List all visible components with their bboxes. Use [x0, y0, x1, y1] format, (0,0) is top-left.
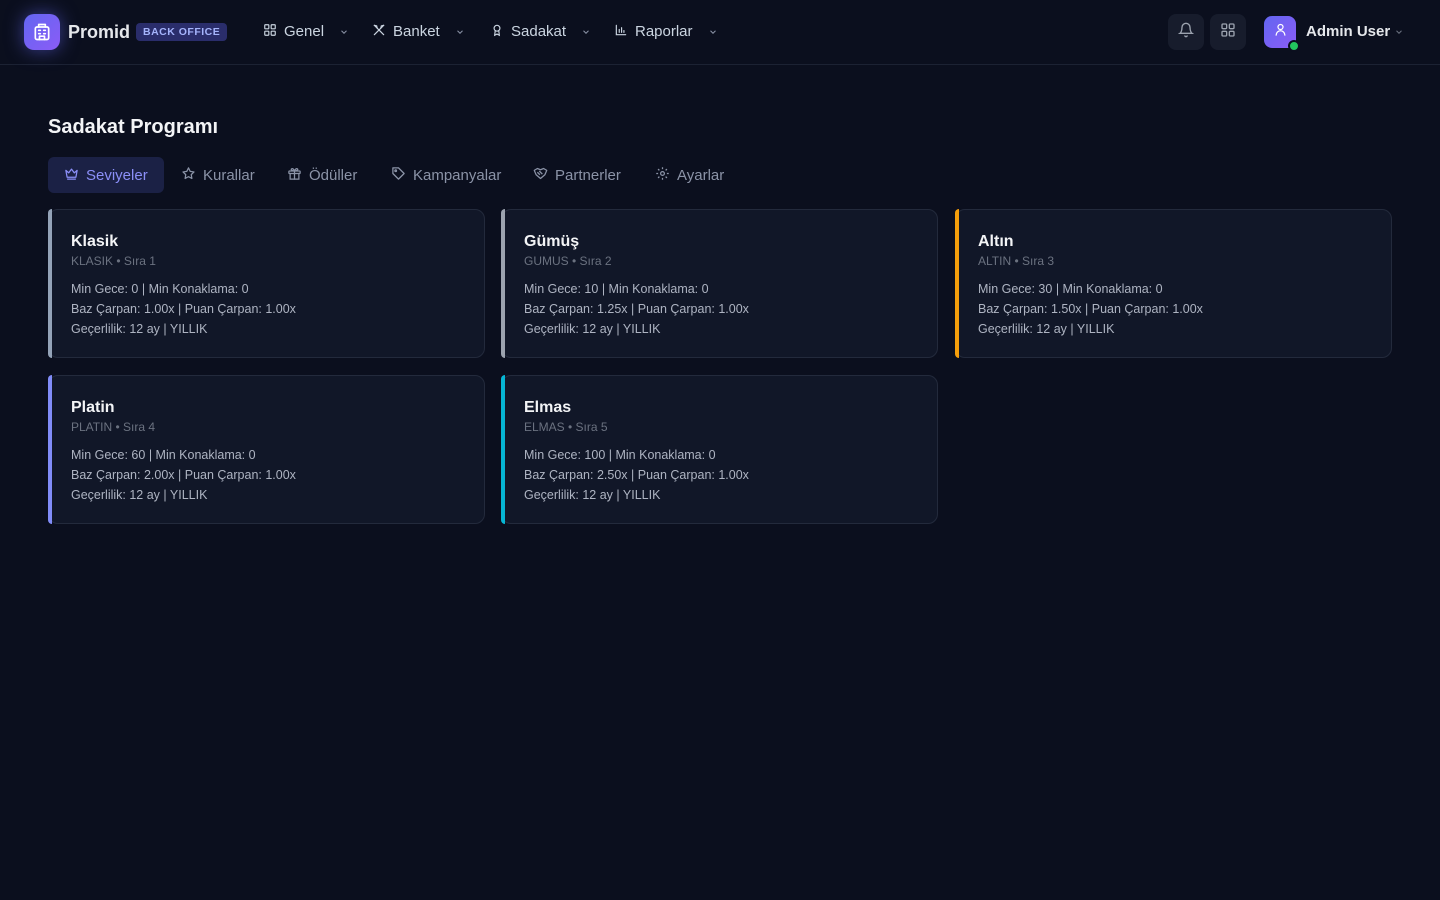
tier-multipliers: Baz Çarpan: 2.50x | Puan Çarpan: 1.00x: [524, 468, 749, 482]
bar-chart-icon: [614, 23, 628, 41]
tier-code-rank: PLATIN • Sıra 4: [71, 420, 156, 434]
tier-validity: Geçerlilik: 12 ay | YILLIK: [71, 322, 208, 336]
user-icon: [1273, 22, 1288, 42]
avatar[interactable]: [1264, 16, 1300, 52]
tab-kampanyalar[interactable]: Kampanyalar: [375, 157, 517, 193]
tab-seviyeler-label: Seviyeler: [86, 166, 148, 184]
tab-ayarlar-label: Ayarlar: [677, 166, 725, 184]
apps-button[interactable]: [1210, 14, 1246, 50]
utensils-icon: [372, 23, 386, 41]
logo-building-icon[interactable]: [24, 14, 60, 50]
chevron-down-icon: [581, 27, 591, 37]
nav-genel[interactable]: Genel: [263, 21, 349, 43]
tier-accent-bar: [48, 209, 52, 358]
tier-code-rank: KLASIK • Sıra 1: [71, 254, 156, 268]
tier-card-klasik[interactable]: Klasik KLASIK • Sıra 1 Min Gece: 0 | Min…: [48, 209, 485, 358]
user-name[interactable]: Admin User: [1306, 21, 1390, 43]
nav-banket[interactable]: Banket: [372, 21, 465, 43]
grid-icon: [263, 23, 277, 41]
tier-name: Gümüş: [524, 233, 580, 250]
tier-validity: Geçerlilik: 12 ay | YILLIK: [978, 322, 1115, 336]
tier-accent-bar: [48, 375, 52, 524]
tier-card-altin[interactable]: Altın ALTIN • Sıra 3 Min Gece: 30 | Min …: [955, 209, 1392, 358]
tag-icon: [391, 166, 406, 185]
nav-sadakat[interactable]: Sadakat: [490, 21, 591, 43]
nav-raporlar-label: Raporlar: [635, 23, 693, 40]
tier-name: Elmas: [524, 399, 572, 416]
chevron-down-icon: [708, 27, 718, 37]
tier-card-elmas[interactable]: Elmas ELMAS • Sıra 5 Min Gece: 100 | Min…: [501, 375, 938, 524]
tab-ayarlar[interactable]: Ayarlar: [639, 157, 740, 193]
tier-min-requirements: Min Gece: 10 | Min Konaklama: 0: [524, 282, 709, 296]
tier-code-rank: ALTIN • Sıra 3: [978, 254, 1055, 268]
tier-min-requirements: Min Gece: 100 | Min Konaklama: 0: [524, 448, 716, 462]
nav-raporlar[interactable]: Raporlar: [614, 21, 718, 43]
gear-icon: [655, 166, 670, 185]
tier-min-requirements: Min Gece: 0 | Min Konaklama: 0: [71, 282, 249, 296]
brand-name[interactable]: Promid: [68, 21, 130, 43]
star-icon: [181, 166, 196, 185]
tier-card-platin[interactable]: Platin PLATIN • Sıra 4 Min Gece: 60 | Mi…: [48, 375, 485, 524]
chevron-down-icon: [455, 27, 465, 37]
tier-name: Platin: [71, 399, 115, 416]
tab-kurallar-label: Kurallar: [203, 166, 255, 184]
tab-partnerler-label: Partnerler: [555, 166, 621, 184]
bell-icon: [1177, 22, 1195, 43]
apps-grid-icon: [1220, 22, 1236, 43]
handshake-icon: [533, 166, 548, 185]
chevron-down-icon: [339, 27, 349, 37]
tier-multipliers: Baz Çarpan: 1.00x | Puan Çarpan: 1.00x: [71, 302, 296, 316]
gift-icon: [287, 166, 302, 185]
tier-multipliers: Baz Çarpan: 1.25x | Puan Çarpan: 1.00x: [524, 302, 749, 316]
tier-name: Altın: [978, 233, 1014, 250]
nav-banket-label: Banket: [393, 23, 440, 40]
tab-kampanyalar-label: Kampanyalar: [413, 166, 502, 184]
tier-accent-bar: [955, 209, 959, 358]
online-status-dot: [1288, 40, 1300, 52]
nav-sadakat-label: Sadakat: [511, 23, 567, 40]
tier-multipliers: Baz Çarpan: 1.50x | Puan Çarpan: 1.00x: [978, 302, 1203, 316]
tier-accent-bar: [501, 209, 505, 358]
tier-code-rank: ELMAS • Sıra 5: [524, 420, 608, 434]
tier-min-requirements: Min Gece: 30 | Min Konaklama: 0: [978, 282, 1163, 296]
tab-seviyeler[interactable]: Seviyeler: [48, 157, 164, 193]
top-navbar: Promid BACK OFFICE Genel Banket Sadakat …: [0, 0, 1440, 65]
tier-validity: Geçerlilik: 12 ay | YILLIK: [524, 488, 661, 502]
award-icon: [490, 23, 504, 41]
tier-card-gumus[interactable]: Gümüş GUMUS • Sıra 2 Min Gece: 10 | Min …: [501, 209, 938, 358]
crown-icon: [64, 166, 79, 185]
tier-code-rank: GUMUS • Sıra 2: [524, 254, 612, 268]
tier-validity: Geçerlilik: 12 ay | YILLIK: [524, 322, 661, 336]
chevron-down-icon[interactable]: [1394, 27, 1404, 37]
tier-validity: Geçerlilik: 12 ay | YILLIK: [71, 488, 208, 502]
tier-min-requirements: Min Gece: 60 | Min Konaklama: 0: [71, 448, 256, 462]
back-office-badge: BACK OFFICE: [136, 23, 228, 41]
page-title: Sadakat Programı: [48, 116, 219, 138]
notifications-button[interactable]: [1168, 14, 1204, 50]
tab-partnerler[interactable]: Partnerler: [517, 157, 637, 193]
tier-multipliers: Baz Çarpan: 2.00x | Puan Çarpan: 1.00x: [71, 468, 296, 482]
tab-kurallar[interactable]: Kurallar: [165, 157, 271, 193]
tab-oduller-label: Ödüller: [309, 166, 358, 184]
tier-name: Klasik: [71, 233, 119, 250]
tier-accent-bar: [501, 375, 505, 524]
nav-genel-label: Genel: [284, 23, 325, 40]
tab-oduller[interactable]: Ödüller: [271, 157, 373, 193]
